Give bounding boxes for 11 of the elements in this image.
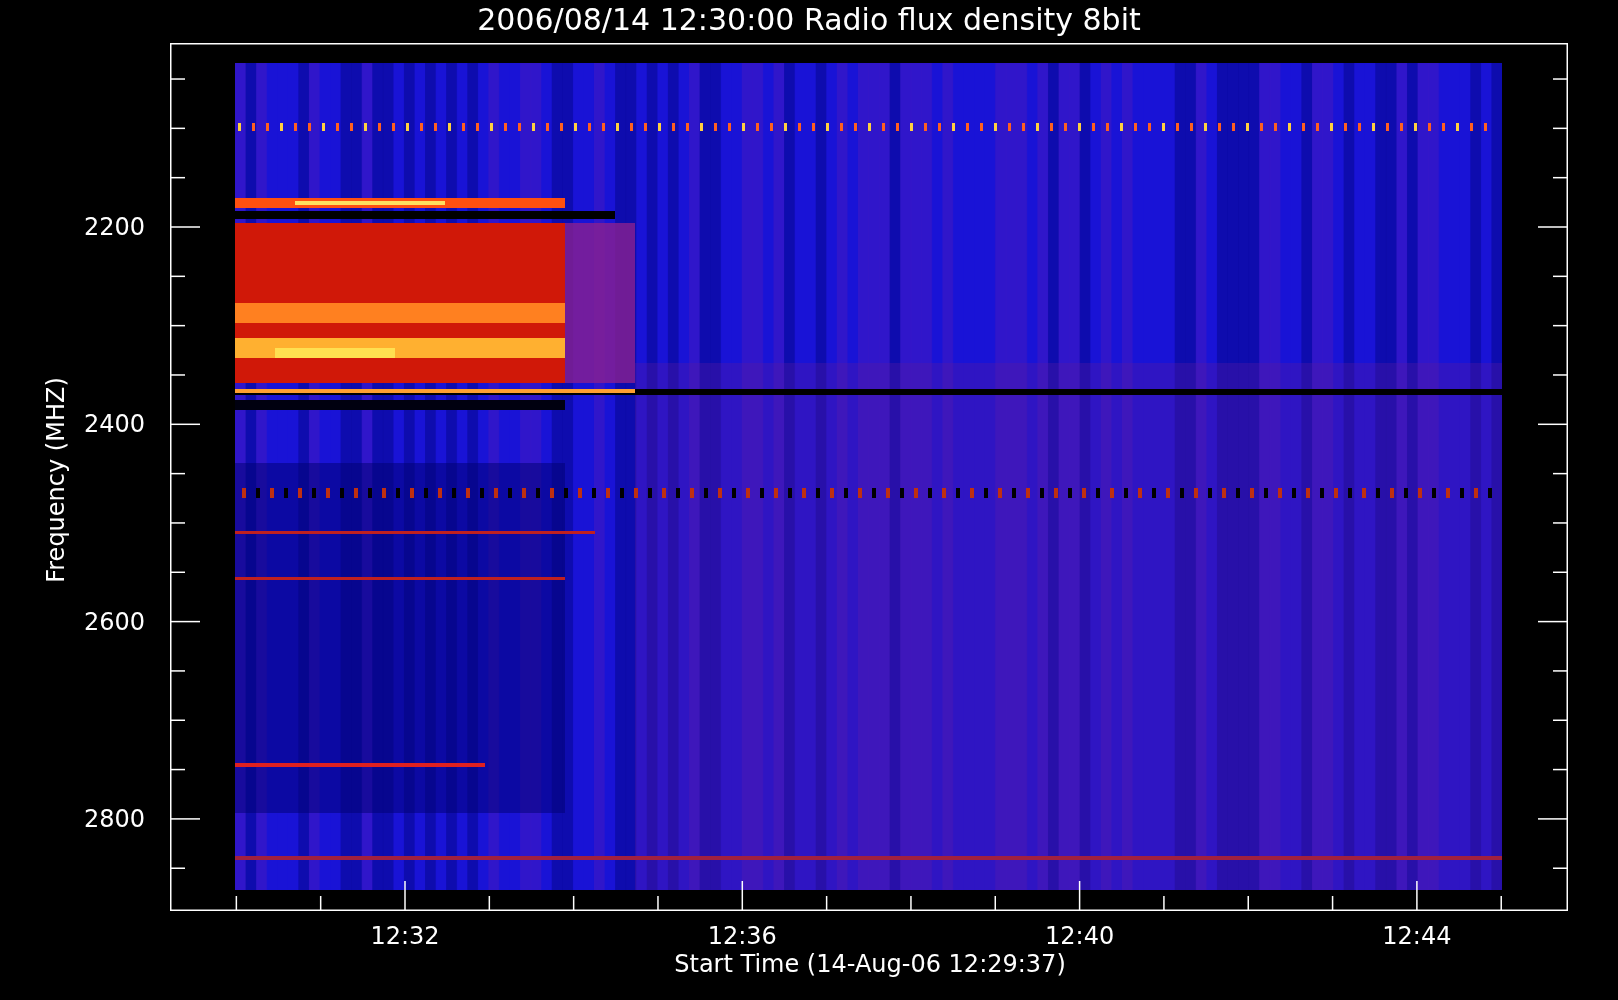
chart-title: 2006/08/14 12:30:00 Radio flux density 8bit bbox=[476, 2, 1142, 38]
y-tick-label: 2400 bbox=[82, 410, 145, 439]
x-tick-label: 12:40 bbox=[1044, 922, 1116, 950]
y-tick-label: 2800 bbox=[82, 804, 145, 833]
x-tick-label: 12:44 bbox=[1381, 922, 1453, 950]
x-tick-label: 12:32 bbox=[369, 922, 441, 950]
y-tick-label: 2600 bbox=[82, 607, 145, 636]
x-axis-label: Start Time (14-Aug-06 12:29:37) bbox=[673, 950, 1067, 978]
y-axis-label: Frequency (MHZ) bbox=[42, 376, 70, 585]
y-tick-label: 2200 bbox=[82, 213, 145, 241]
x-tick-label: 12:36 bbox=[706, 922, 778, 950]
